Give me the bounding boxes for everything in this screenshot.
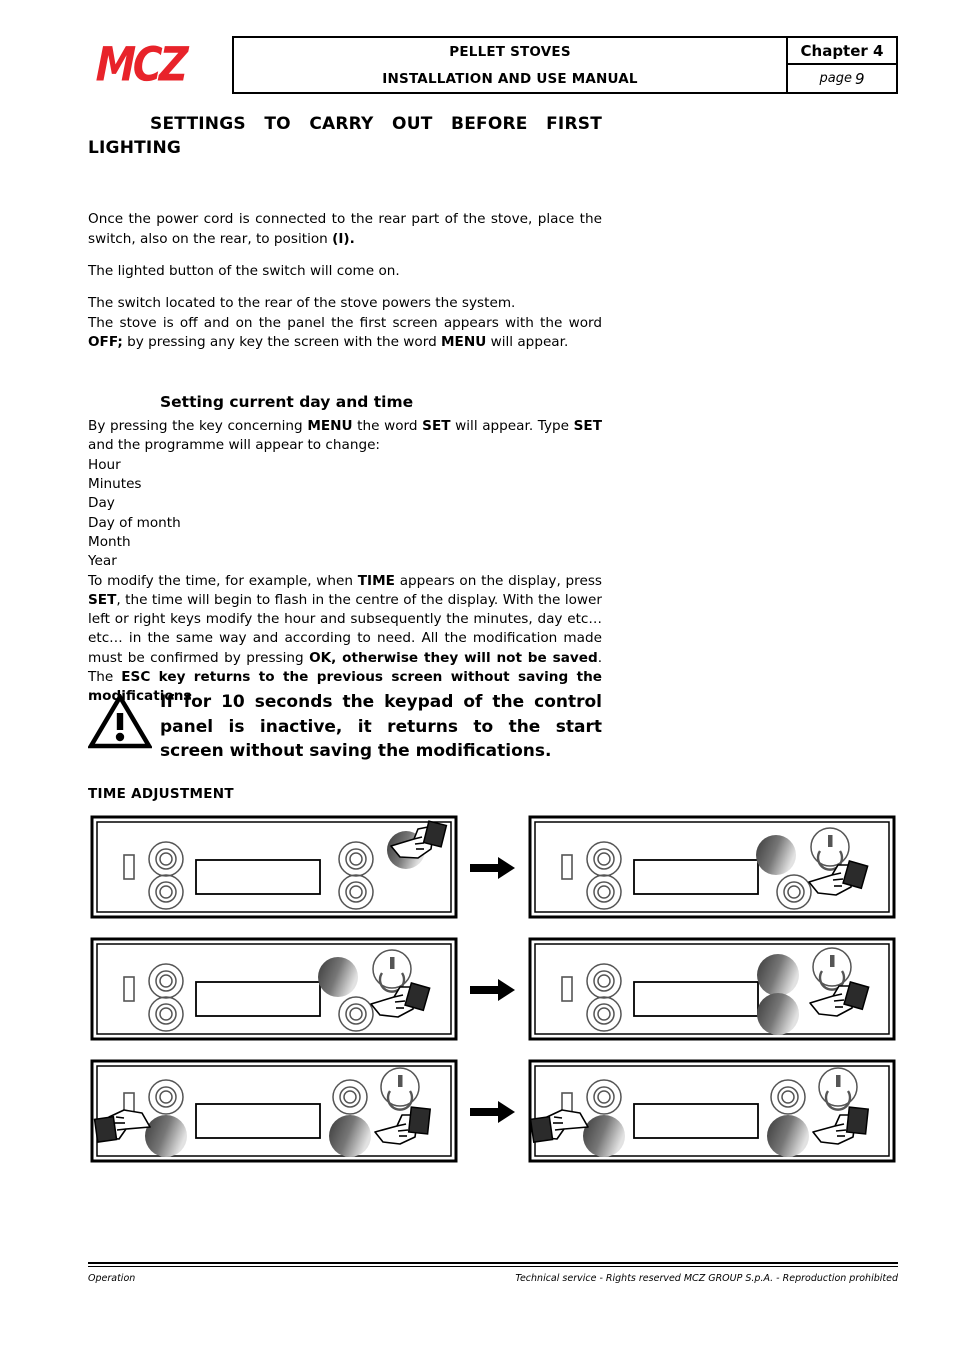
- position-i-bold: (I).: [332, 230, 355, 247]
- header-page-number: page 9: [788, 65, 896, 92]
- time-adjustment-figure: [88, 810, 898, 1180]
- list-item: Minutes: [88, 476, 142, 493]
- control-panel-step-6: [526, 1057, 898, 1167]
- paragraph-menu-set: By pressing the key concerning MENU the …: [88, 417, 602, 456]
- header-chapter-column: Chapter 4 page 9: [788, 38, 896, 92]
- header-title-pellet-stoves: PELLET STOVES: [449, 43, 571, 60]
- menu-bold: MENU: [441, 333, 487, 350]
- control-panel-step-4: [526, 935, 898, 1045]
- mcz-logo: MCZ: [88, 36, 232, 94]
- arrow-right-icon-3: [460, 1100, 526, 1124]
- page-label: page: [819, 71, 852, 86]
- warning-triangle-icon: [87, 690, 160, 754]
- paragraph-stove-off-a: The stove is off and on the panel the fi…: [88, 314, 602, 331]
- control-panel-step-5: [88, 1057, 460, 1167]
- paragraph-lighted-button: The lighted button of the switch will co…: [88, 262, 400, 279]
- arrow-right-icon-2: [460, 978, 526, 1002]
- list-item: Month: [88, 533, 131, 550]
- footer-text-row: Operation Technical service - Rights res…: [88, 1273, 898, 1284]
- intro-a: By pressing the key concerning: [88, 418, 308, 435]
- set-bold-3: SET: [88, 591, 117, 608]
- control-panel-step-3: [88, 935, 460, 1045]
- header-title-table: PELLET STOVES INSTALLATION AND USE MANUA…: [232, 36, 898, 94]
- list-item: Hour: [88, 456, 121, 473]
- list-item: Year: [88, 553, 117, 570]
- list-item: Day of month: [88, 514, 181, 531]
- page-value: 9: [854, 69, 865, 88]
- paragraph-switch-powers: The switch located to the rear of the st…: [88, 295, 516, 312]
- intro-e: will appear. Type: [450, 418, 574, 435]
- detail-c: appears on the display, press: [394, 572, 602, 589]
- warning-text: If for 10 seconds the keypad of the cont…: [160, 692, 602, 762]
- detail-a: To modify the time, for example, when: [88, 572, 358, 589]
- off-bold: OFF;: [88, 333, 123, 350]
- paragraph-stove-off-e: will appear.: [486, 333, 569, 350]
- document-page: MCZ PELLET STOVES INSTALLATION AND USE M…: [0, 0, 954, 1350]
- arrow-right-icon-1: [460, 856, 526, 880]
- paragraph-power-cord: Once the power cord is connected to the …: [88, 210, 602, 249]
- time-bold: TIME: [357, 572, 395, 589]
- menu-bold-2: MENU: [307, 418, 353, 435]
- set-bold-1: SET: [422, 418, 451, 435]
- footer-left-text: Operation: [88, 1273, 136, 1284]
- ok-bold: OK, otherwise they will not be saved: [309, 649, 598, 666]
- footer-divider-thin: [88, 1266, 898, 1267]
- set-bold-2: SET: [573, 418, 602, 435]
- figure-row-2: [88, 932, 898, 1047]
- header-title-manual: INSTALLATION AND USE MANUAL: [382, 70, 638, 87]
- paragraph-modify-time: To modify the time, for example, when TI…: [88, 572, 602, 707]
- mcz-logo-text: MCZ: [95, 37, 186, 93]
- warning-note: If for 10 seconds the keypad of the cont…: [87, 690, 602, 764]
- page-header: MCZ PELLET STOVES INSTALLATION AND USE M…: [88, 36, 898, 94]
- paragraph-stove-off-c: by pressing any key the screen with the …: [122, 333, 442, 350]
- page-title: SETTINGS TO CARRY OUT BEFORE FIRST LIGHT…: [88, 114, 602, 159]
- figure-row-3: [88, 1054, 898, 1169]
- page-footer: Operation Technical service - Rights res…: [88, 1262, 898, 1284]
- paragraph-stove-off: The stove is off and on the panel the fi…: [88, 314, 602, 353]
- header-chapter-number: Chapter 4: [788, 38, 896, 65]
- control-panel-step-1: [88, 813, 460, 923]
- list-item: Day: [88, 495, 115, 512]
- figure-row-1: [88, 810, 898, 925]
- intro-g: and the programme will appear to change:: [88, 437, 381, 454]
- intro-c: the word: [352, 418, 423, 435]
- control-panel-step-2: [526, 813, 898, 923]
- subsection-title: Setting current day and time: [160, 393, 414, 412]
- footer-right-text: Technical service - Rights reserved MCZ …: [515, 1273, 898, 1284]
- figure-caption: TIME ADJUSTMENT: [88, 786, 234, 802]
- main-content: SETTINGS TO CARRY OUT BEFORE FIRST LIGHT…: [88, 112, 602, 720]
- footer-divider-thick: [88, 1262, 898, 1264]
- header-title-column: PELLET STOVES INSTALLATION AND USE MANUA…: [234, 38, 788, 92]
